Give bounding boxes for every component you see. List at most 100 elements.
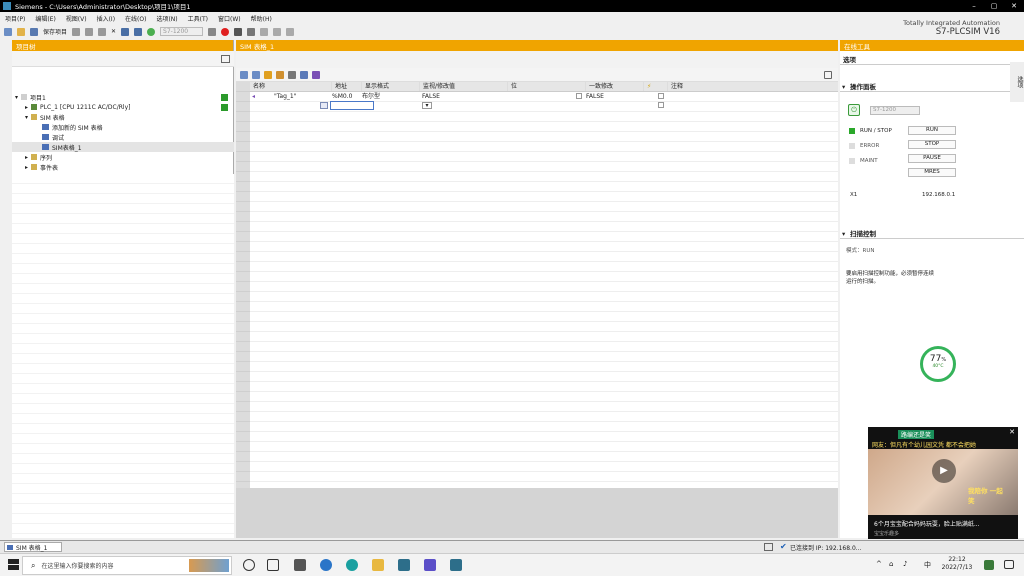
table-row[interactable]: ▾ [250, 101, 838, 111]
tree-item-project[interactable]: ▾ 项目1 [12, 92, 234, 102]
col-monitor[interactable]: 监视/修改值 [420, 82, 508, 91]
chevron-down-icon[interactable]: ▾ [422, 102, 432, 109]
menu-help[interactable]: 帮助(H) [251, 14, 272, 23]
col-name[interactable]: 名称 [250, 82, 332, 91]
cell-name[interactable]: "Tag_1" [274, 92, 297, 101]
save-project-button[interactable]: 保存项目 [43, 27, 67, 36]
taskbar-search-box[interactable]: ⌕ 在这里输入你要搜索的内容 [22, 556, 232, 575]
address-input[interactable] [330, 101, 374, 110]
maximize-button[interactable]: ▢ [984, 0, 1004, 12]
tree-item-event-tables[interactable]: ▸ 事件表 [12, 162, 234, 172]
notification-icon[interactable] [1004, 560, 1014, 569]
view-toggle-icon[interactable] [221, 55, 230, 63]
redo-icon[interactable] [134, 27, 143, 36]
system-clock[interactable]: 22:12 2022/7/13 [940, 556, 974, 572]
cell-format[interactable]: 布尔型 [362, 92, 380, 101]
plcsim-icon[interactable] [450, 559, 462, 571]
close-icon[interactable]: ✕ [1009, 428, 1015, 436]
view-toggle-icon[interactable] [824, 70, 832, 79]
menu-online[interactable]: 在线(O) [125, 14, 146, 23]
windows-start-icon[interactable] [8, 559, 19, 570]
mres-button[interactable]: MRES [908, 168, 956, 177]
menu-view[interactable]: 视图(V) [66, 14, 87, 23]
cell-monitor[interactable]: FALSE [422, 92, 440, 101]
open-folder-icon[interactable] [17, 27, 25, 36]
new-project-icon[interactable] [4, 27, 12, 36]
table-row[interactable]: ◂ "Tag_1" %M0.0 布尔型 FALSE FALSE [250, 92, 838, 101]
pause-button[interactable]: PAUSE [908, 154, 956, 163]
layout-icon[interactable] [260, 27, 269, 36]
ie-icon[interactable] [320, 559, 332, 571]
cut-icon[interactable] [72, 27, 81, 36]
menu-tools[interactable]: 工具(T) [188, 14, 208, 23]
portal-view-icon[interactable] [764, 543, 773, 551]
split-icon[interactable] [273, 27, 282, 36]
copy-icon[interactable] [85, 27, 94, 36]
menu-edit[interactable]: 编辑(E) [35, 14, 55, 23]
power-icon[interactable]: ⏻ [848, 104, 860, 116]
download-icon[interactable] [208, 27, 217, 36]
undo-icon[interactable] [121, 27, 130, 36]
import-icon[interactable] [240, 70, 248, 79]
modify-icon[interactable] [264, 70, 272, 79]
run-button[interactable]: RUN [908, 126, 956, 135]
pause-icon[interactable] [247, 27, 256, 36]
chevron-up-icon[interactable]: ^ [876, 560, 882, 568]
col-address[interactable]: 地址 [332, 82, 362, 91]
tag-icon[interactable] [312, 70, 320, 79]
cpu-gauge[interactable]: 77% 40°C [920, 346, 956, 382]
bit-checkbox[interactable] [576, 93, 582, 99]
trigger-checkbox[interactable] [658, 93, 664, 99]
cell-consistent[interactable]: FALSE [586, 92, 604, 101]
tree-item-plc[interactable]: ▸ PLC_1 [CPU 1211C AC/DC/Rly] [12, 102, 234, 112]
options-side-tab[interactable]: 选项 [1010, 62, 1024, 102]
input-language[interactable]: 中 [924, 560, 931, 570]
tree-item-debug[interactable]: 调试 [12, 132, 234, 142]
load-icon[interactable] [300, 70, 308, 79]
window-icon[interactable] [286, 27, 295, 36]
tray-app-icon[interactable] [984, 560, 994, 570]
minimize-button[interactable]: – [964, 0, 984, 12]
tree-item-sim-table-1[interactable]: SIM表格_1 [12, 142, 234, 152]
stop-icon[interactable] [234, 27, 243, 36]
export-icon[interactable] [252, 70, 260, 79]
open-editor-tab[interactable]: SIM 表格_1 [4, 542, 62, 552]
app-icon[interactable] [424, 559, 436, 571]
menu-project[interactable]: 项目(P) [5, 14, 25, 23]
modify-all-icon[interactable] [276, 70, 284, 79]
col-bit[interactable]: 位 [508, 82, 586, 91]
tree-item-add-sim-table[interactable]: 添加新的 SIM 表格 [12, 122, 234, 132]
tree-item-sim-tables[interactable]: ▾ SIM 表格 [12, 112, 234, 122]
cell-address[interactable]: %M0.0 [332, 92, 352, 101]
menu-options[interactable]: 选项(N) [156, 14, 177, 23]
cortana-icon[interactable] [243, 559, 255, 571]
video-ad-popup[interactable]: ✕ 路编还是笑 网友：但凡有个幼儿园文凭 都不会把她 ▶ 我陪你 一起笑 6个月… [868, 427, 1018, 539]
col-consistent[interactable]: 一致修改 [586, 82, 644, 91]
network-icon[interactable]: ⌂ [889, 560, 893, 568]
col-comment[interactable]: 注释 [668, 82, 838, 91]
record-icon[interactable] [221, 27, 230, 36]
device-select[interactable]: S7-1200 [870, 106, 920, 115]
scan-control-header[interactable]: ▾ 扫描控制 [840, 229, 1024, 239]
col-trigger[interactable]: ⚡ [644, 82, 668, 91]
close-button[interactable]: ✕ [1004, 0, 1024, 12]
tag-picker-icon[interactable] [320, 102, 328, 109]
power-icon[interactable] [147, 27, 156, 36]
save-icon[interactable] [30, 27, 38, 36]
menu-window[interactable]: 窗口(W) [218, 14, 241, 23]
device-select[interactable]: S7-1200 [160, 27, 204, 36]
paste-icon[interactable] [98, 27, 107, 36]
tia-portal-icon[interactable] [398, 559, 410, 571]
trigger-checkbox[interactable] [658, 102, 664, 108]
volume-icon[interactable]: ♪ [903, 560, 907, 568]
col-format[interactable]: 显示格式 [362, 82, 420, 91]
stop-button[interactable]: STOP [908, 140, 956, 149]
delete-icon[interactable]: ✕ [111, 28, 116, 35]
play-icon[interactable]: ▶ [932, 459, 956, 483]
file-explorer-icon[interactable] [372, 559, 384, 571]
menu-insert[interactable]: 插入(I) [97, 14, 115, 23]
edge-icon[interactable] [346, 559, 358, 571]
tree-item-sequences[interactable]: ▸ 序列 [12, 152, 234, 162]
trigger-icon[interactable] [288, 70, 296, 79]
ad-caption[interactable]: 6个月宝宝配合妈妈玩耍，脸上贴满纸... [874, 519, 980, 528]
